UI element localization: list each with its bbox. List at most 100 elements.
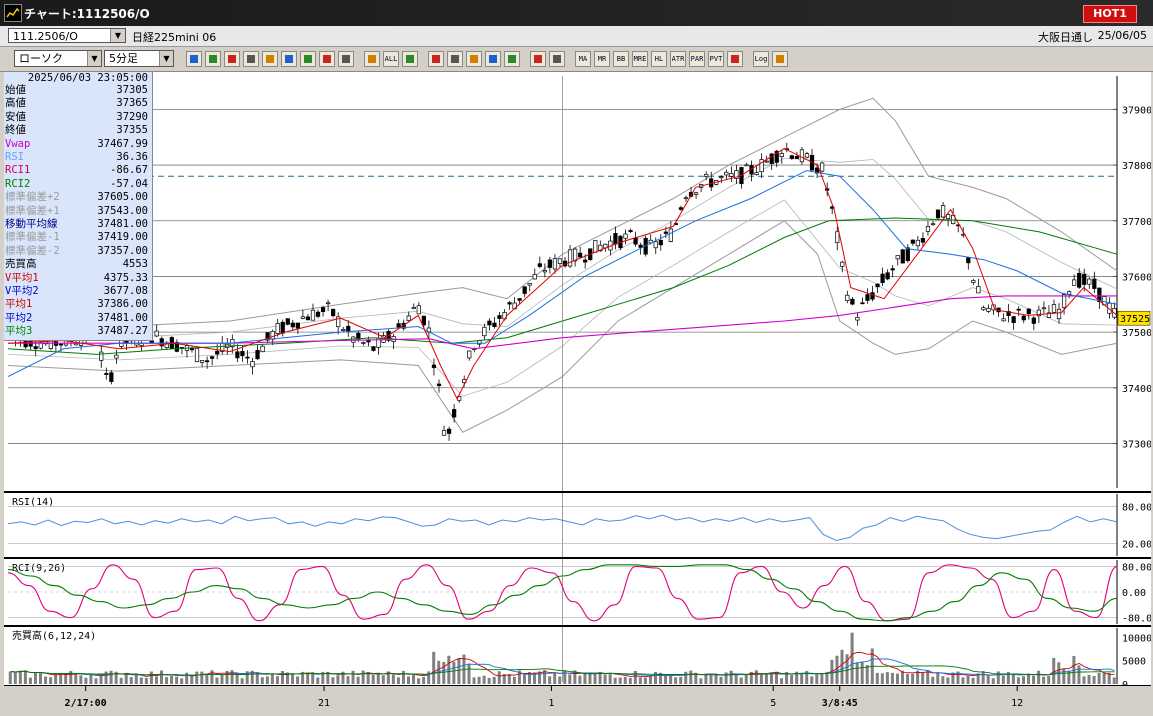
volume-bar <box>759 673 763 684</box>
toolbar-trash-button[interactable] <box>319 51 335 67</box>
volume-bar <box>346 676 350 684</box>
volume-bar <box>911 673 915 684</box>
volume-bar <box>260 677 264 684</box>
volume-bar <box>452 661 456 684</box>
volume-bar <box>855 662 859 684</box>
volume-bar <box>376 673 380 684</box>
toolbar-cross-button[interactable] <box>530 51 546 67</box>
toolbar-color-button[interactable] <box>447 51 463 67</box>
info-row: 平均2 37481.00 <box>4 312 152 325</box>
info-row-label: 安値 <box>5 110 26 123</box>
candle-body <box>245 356 250 359</box>
candle-body <box>351 336 356 343</box>
volume-bar <box>361 670 365 684</box>
toolbar-pen-button[interactable] <box>243 51 259 67</box>
candle-body <box>532 274 537 280</box>
toolbar-list-button[interactable] <box>205 51 221 67</box>
chart-canvas[interactable]: 37300 37400 37500 37600 37700 37800 37900 37525… <box>4 72 1153 713</box>
toolbar-cursor-button[interactable] <box>262 51 278 67</box>
toolbar-mr-button[interactable]: MR <box>594 51 610 67</box>
toolbar-undo-button[interactable] <box>281 51 297 67</box>
volume-bar <box>1052 657 1056 684</box>
toolbar-box-button[interactable] <box>727 51 743 67</box>
candle-body <box>855 317 860 321</box>
candle-body <box>1041 307 1047 310</box>
volume-bar <box>492 676 496 684</box>
toolbar-log-button[interactable]: Log <box>753 51 769 67</box>
info-row-label: V平均2 <box>5 285 39 297</box>
toolbar-bb-button[interactable]: BB <box>613 51 629 67</box>
candle-body <box>971 280 976 283</box>
volume-bar <box>981 671 985 684</box>
toolbar-pvt-label: PVT <box>709 55 723 63</box>
volume-bar <box>49 677 53 684</box>
candle-body <box>567 249 573 267</box>
volume-bar <box>1087 674 1091 684</box>
volume-bar <box>487 677 491 684</box>
candle-body <box>789 155 794 159</box>
toolbar-pvt-button[interactable]: PVT <box>708 51 724 67</box>
candle-body <box>633 237 638 245</box>
undo-icon <box>285 55 293 63</box>
candle-body <box>250 361 255 368</box>
toolbar-zoom-button[interactable] <box>485 51 501 67</box>
toolbar-bars1-button[interactable] <box>338 51 354 67</box>
info-row-label: 標準偏差+1 <box>5 204 60 217</box>
toolbar-settings-button[interactable] <box>402 51 418 67</box>
candle-body <box>320 307 326 312</box>
toolbar-chart1-button[interactable] <box>504 51 520 67</box>
chart-type-select[interactable]: ローソク ▼ <box>14 50 102 67</box>
window-title: チャート:1112506/O <box>24 7 150 21</box>
volume-bar <box>820 673 824 684</box>
toolbar-par-button[interactable]: PAR <box>689 51 705 67</box>
chart-area[interactable]: 37300 37400 37500 37600 37700 37800 37900 37525… <box>4 72 1153 713</box>
volume-bar <box>44 676 48 684</box>
volume-bar <box>472 677 476 684</box>
toolbar-down-button[interactable] <box>466 51 482 67</box>
toolbar-ma-button[interactable]: MA <box>575 51 591 67</box>
volume-bar <box>633 671 637 684</box>
candle-body <box>366 340 371 343</box>
volume-bar <box>417 678 421 684</box>
zoom-icon <box>489 55 497 63</box>
toolbar-mre-button[interactable]: MRE <box>632 51 648 67</box>
candle-body <box>1087 278 1092 285</box>
toolbar-hl-button[interactable]: HL <box>651 51 667 67</box>
info-row-value: -86.67 <box>110 164 148 177</box>
rci-tick-label: -80.00 <box>1122 614 1151 625</box>
candle-body <box>527 282 532 286</box>
trash-icon <box>323 55 331 63</box>
toolbar-atr-button[interactable]: ATR <box>670 51 686 67</box>
info-row: 標準偏差+1 37543.00 <box>4 205 152 218</box>
candle-body <box>104 373 109 375</box>
market-label: 大阪日通し <box>1038 31 1093 44</box>
info-row-label: 移動平均線 <box>5 218 58 230</box>
toolbar-bars2-button[interactable] <box>364 51 380 67</box>
volume-bar <box>200 671 204 684</box>
volume-bar <box>971 677 975 684</box>
toolbar-sheet-button[interactable] <box>300 51 316 67</box>
toolbar-linechart-button[interactable] <box>428 51 444 67</box>
candle-body <box>255 349 260 360</box>
volume-bar <box>180 678 184 684</box>
toolbar-draw-button[interactable] <box>224 51 240 67</box>
volume-bar <box>1042 676 1046 684</box>
candle-body <box>406 315 411 321</box>
volume-bar <box>931 676 935 684</box>
toolbar-search-button[interactable] <box>186 51 202 67</box>
toolbar-export-button[interactable] <box>772 51 788 67</box>
x-tick-label: 12 <box>1011 698 1023 709</box>
cursor-icon <box>266 55 274 63</box>
volume-bar <box>643 677 647 684</box>
volume-bar <box>331 677 335 684</box>
symbol-code-select[interactable]: 111.2506/O ▼ <box>8 28 126 43</box>
hot-button[interactable]: HOT1 <box>1083 5 1137 23</box>
candle-body <box>885 272 890 280</box>
toolbar-all-button[interactable]: ALL <box>383 51 399 67</box>
volume-bar <box>240 678 244 684</box>
candle-body <box>895 255 900 260</box>
candle-body <box>930 223 936 226</box>
volume-bar <box>265 676 269 684</box>
interval-select[interactable]: 5分足 ▼ <box>104 50 174 67</box>
toolbar-excl-button[interactable] <box>549 51 565 67</box>
